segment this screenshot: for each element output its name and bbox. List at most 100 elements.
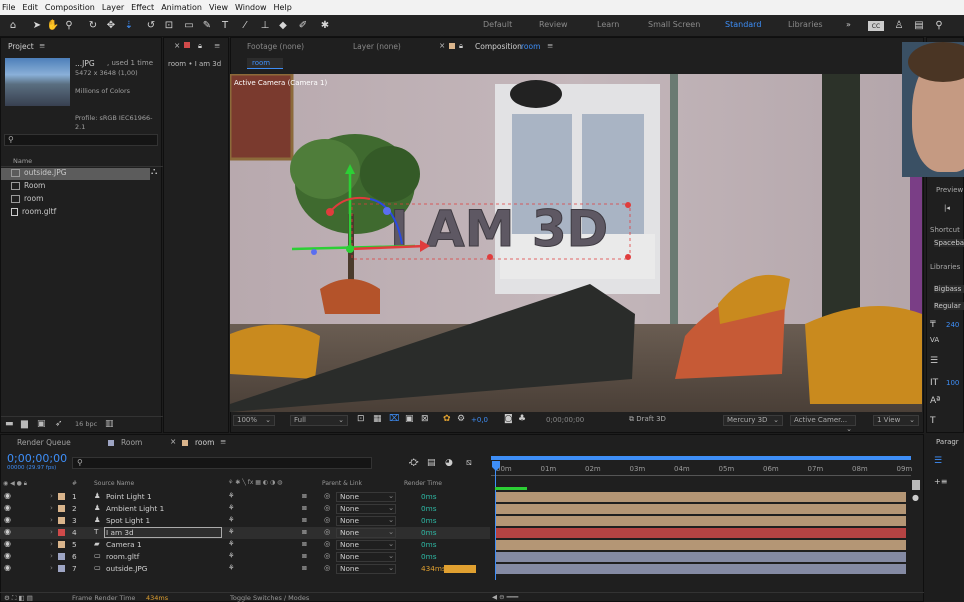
workspace-default[interactable]: Default bbox=[483, 20, 512, 29]
timeline-search-input[interactable]: ⚲ bbox=[72, 457, 372, 469]
label-color-swatch[interactable] bbox=[58, 517, 65, 524]
magnification-dropdown[interactable]: 100% ⌄ bbox=[233, 415, 275, 426]
vertical-scale-value[interactable]: 100 bbox=[946, 379, 964, 387]
viewer-timecode[interactable]: 0;00;00;00 bbox=[546, 416, 584, 424]
pick-whip-icon[interactable]: ◎ bbox=[324, 503, 330, 512]
composition-tab[interactable]: Composition bbox=[475, 42, 522, 51]
label-color-swatch[interactable] bbox=[58, 553, 65, 560]
timeline-zoom-icon[interactable]: ◀ ⊖ ━━━ bbox=[492, 593, 518, 601]
panel-menu-icon[interactable]: ≡ bbox=[220, 437, 226, 446]
col-render-time[interactable]: Render Time bbox=[404, 480, 442, 487]
eraser-tool-icon[interactable]: ◆ bbox=[276, 18, 290, 32]
label-color-swatch[interactable] bbox=[58, 541, 65, 548]
font-family-dropdown[interactable]: Bigbass bbox=[934, 285, 964, 293]
layer-name[interactable]: Ambient Light 1 bbox=[106, 504, 164, 513]
anchor-tool-icon[interactable]: ⊡ bbox=[162, 18, 176, 32]
layer-row[interactable]: ◉ › 5 ▰ Camera 1 ⚘ ⧈ ◎ None ⌄ 0ms bbox=[0, 539, 490, 551]
layer-row[interactable]: ◉ › 3 ♟ Spot Light 1 ⚘ ⧈ ◎ None ⌄ 0ms bbox=[0, 515, 490, 527]
menu-file[interactable]: File bbox=[2, 3, 15, 12]
bbox-handle[interactable] bbox=[625, 202, 631, 208]
layer-duration-bar[interactable] bbox=[495, 504, 906, 514]
col-parent-link[interactable]: Parent & Link bbox=[322, 480, 362, 487]
eye-icon[interactable]: ◉ bbox=[4, 491, 11, 500]
rotate-tool-icon[interactable]: ↺ bbox=[144, 18, 158, 32]
layer-duration-bar[interactable] bbox=[495, 552, 906, 562]
expand-chevron-icon[interactable]: › bbox=[50, 551, 53, 560]
layer-name[interactable]: Spot Light 1 bbox=[106, 516, 150, 525]
font-size-value[interactable]: 240 bbox=[946, 321, 964, 329]
pen-tool-icon[interactable]: ✎ bbox=[200, 18, 214, 32]
menu-effect[interactable]: Effect bbox=[131, 3, 154, 12]
region-of-interest-icon[interactable]: ⊡ bbox=[357, 414, 365, 424]
comp-sub-tab[interactable]: room bbox=[247, 58, 283, 69]
layer-duration-bar[interactable] bbox=[495, 492, 906, 502]
close-icon[interactable]: × bbox=[174, 41, 180, 50]
expand-chevron-icon[interactable]: › bbox=[50, 515, 53, 524]
comp-flowchart-icon[interactable]: ⛮ bbox=[409, 458, 418, 468]
3d-layer-icon[interactable]: ⧈ bbox=[302, 503, 307, 513]
workspace-review[interactable]: Review bbox=[539, 20, 568, 29]
gear-icon[interactable]: ⚙ bbox=[457, 414, 465, 424]
active-comp-tab[interactable]: room bbox=[195, 438, 214, 447]
comp-marker-icon[interactable]: ● bbox=[912, 493, 919, 502]
pan-tool-icon[interactable]: ⇣ bbox=[122, 18, 136, 32]
mask-icon[interactable]: ⌧ bbox=[389, 414, 399, 424]
eye-icon[interactable]: ◉ bbox=[4, 527, 11, 536]
step-back-icon[interactable]: |◂ bbox=[944, 204, 964, 212]
zoom-tool-icon[interactable]: ⚲ bbox=[62, 18, 76, 32]
col-source-name[interactable]: Source Name bbox=[94, 480, 134, 487]
label-color-swatch[interactable] bbox=[58, 565, 65, 572]
eye-icon[interactable]: ◉ bbox=[4, 503, 11, 512]
channels-icon[interactable]: ⊠ bbox=[421, 414, 429, 424]
pick-whip-icon[interactable]: ◎ bbox=[324, 551, 330, 560]
workspace-libraries[interactable]: Libraries bbox=[788, 20, 823, 29]
shy-switch-icon[interactable]: ⚘ bbox=[228, 503, 235, 512]
search-icon[interactable]: ⚲ bbox=[932, 18, 946, 32]
composition-viewer[interactable]: I AM 3D Active Camera (Camera 1) bbox=[230, 74, 922, 412]
libraries-panel-title[interactable]: Libraries bbox=[930, 263, 964, 271]
paragraph-panel-title[interactable]: Paragr bbox=[936, 438, 964, 446]
layer-name[interactable]: Point Light 1 bbox=[106, 492, 152, 501]
3d-layer-icon[interactable]: ⧈ bbox=[302, 539, 307, 549]
3d-layer-icon[interactable]: ⧈ bbox=[302, 563, 307, 573]
shy-switch-icon[interactable]: ⚘ bbox=[228, 551, 235, 560]
close-icon[interactable]: × bbox=[439, 41, 445, 50]
shy-switch-icon[interactable]: ⚘ bbox=[228, 515, 235, 524]
adjust-icon[interactable]: ➶ bbox=[55, 419, 63, 429]
draft-3d-toggle[interactable]: ⧉ Draft 3D bbox=[626, 415, 674, 426]
layer-duration-bar[interactable] bbox=[495, 516, 906, 526]
transparency-grid-icon[interactable]: ▦ bbox=[373, 414, 382, 424]
menu-view[interactable]: View bbox=[209, 3, 228, 12]
roto-tool-icon[interactable]: ✐ bbox=[296, 18, 310, 32]
expand-chevron-icon[interactable]: › bbox=[50, 539, 53, 548]
pick-whip-icon[interactable]: ◎ bbox=[324, 539, 330, 548]
layer-duration-bar[interactable] bbox=[495, 564, 906, 574]
show-snapshot-icon[interactable]: ♣ bbox=[518, 414, 526, 424]
view-layout-dropdown[interactable]: 1 View ⌄ bbox=[873, 415, 919, 426]
preview-panel-title[interactable]: Preview bbox=[936, 186, 964, 194]
move-tool-icon[interactable]: ✥ bbox=[104, 18, 118, 32]
workspace-standard[interactable]: Standard bbox=[725, 20, 761, 29]
indent-icon[interactable]: +≡ bbox=[934, 477, 964, 486]
label-color-swatch[interactable] bbox=[58, 505, 65, 512]
chat-icon[interactable]: ▤ bbox=[912, 18, 926, 32]
resolution-dropdown[interactable]: Full ⌄ bbox=[290, 415, 348, 426]
3d-layer-icon[interactable]: ⧈ bbox=[302, 515, 307, 525]
eye-icon[interactable]: ◉ bbox=[4, 563, 11, 572]
toggle-switches-modes[interactable]: Toggle Switches / Modes bbox=[230, 594, 309, 602]
expand-chevron-icon[interactable]: › bbox=[50, 527, 53, 536]
shy-switch-icon[interactable]: ⚘ bbox=[228, 527, 235, 536]
workspace-small-screen[interactable]: Small Screen bbox=[648, 20, 700, 29]
text-tool-icon[interactable]: T bbox=[218, 18, 232, 32]
layer-row[interactable]: ◉ › 2 ♟ Ambient Light 1 ⚘ ⧈ ◎ None ⌄ 0ms bbox=[0, 503, 490, 515]
flowchart-icon[interactable]: ⛬ bbox=[151, 167, 157, 177]
bbox-handle[interactable] bbox=[625, 254, 631, 260]
bit-depth[interactable]: 16 bpc bbox=[75, 420, 97, 428]
panel-menu-icon[interactable]: ≡ bbox=[547, 41, 553, 50]
expand-chevron-icon[interactable]: › bbox=[50, 563, 53, 572]
project-item[interactable]: outside.JPG bbox=[1, 168, 150, 180]
project-tab[interactable]: Project bbox=[8, 42, 34, 51]
work-area-bar[interactable] bbox=[491, 456, 911, 460]
room-comp-tab[interactable]: Room bbox=[121, 438, 142, 447]
menu-layer[interactable]: Layer bbox=[102, 3, 124, 12]
